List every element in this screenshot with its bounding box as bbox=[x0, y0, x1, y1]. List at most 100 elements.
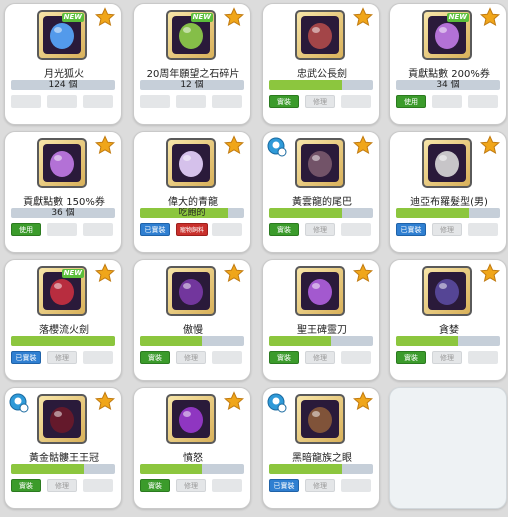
item-icon-frame[interactable] bbox=[37, 394, 87, 444]
star-icon[interactable] bbox=[224, 263, 244, 283]
status-bar-fill bbox=[269, 208, 342, 218]
item-card[interactable]: 貢獻點數 150%券 36 個使用 bbox=[4, 131, 122, 253]
star-icon[interactable] bbox=[480, 135, 500, 155]
item-card[interactable]: 忠武公長劍 實裝 修理 bbox=[262, 3, 380, 125]
repair-button[interactable]: 修理 bbox=[305, 223, 335, 236]
empty-action-slot bbox=[83, 351, 113, 364]
repair-button[interactable]: 修理 bbox=[176, 479, 206, 492]
action-row: 已實裝 修理 bbox=[396, 223, 500, 236]
equip-button[interactable]: 實裝 bbox=[140, 479, 170, 492]
star-icon[interactable] bbox=[95, 263, 115, 283]
star-icon[interactable] bbox=[353, 135, 373, 155]
star-icon[interactable] bbox=[95, 391, 115, 411]
star-icon[interactable] bbox=[224, 135, 244, 155]
item-icon bbox=[301, 16, 339, 54]
item-name: 憤怒 bbox=[183, 453, 203, 464]
equipped-button[interactable]: 已實裝 bbox=[140, 223, 170, 236]
repair-button[interactable]: 修理 bbox=[47, 351, 77, 364]
item-card[interactable]: 迪亞布羅髮型(男) 已實裝 修理 bbox=[389, 131, 507, 253]
empty-action-slot bbox=[83, 479, 113, 492]
item-card[interactable]: 黑暗龍族之眼 已實裝 修理 bbox=[262, 387, 380, 509]
action-row: 實裝 修理 bbox=[269, 351, 373, 364]
item-icon-frame[interactable]: NEW bbox=[422, 10, 472, 60]
pet-food-button[interactable]: 寵物飼料 bbox=[176, 223, 208, 236]
account-share-icon bbox=[267, 393, 287, 413]
repair-button[interactable]: 修理 bbox=[176, 351, 206, 364]
item-icon-frame[interactable] bbox=[166, 394, 216, 444]
equipped-button[interactable]: 已實裝 bbox=[396, 223, 426, 236]
repair-button[interactable]: 修理 bbox=[305, 95, 335, 108]
repair-button[interactable]: 修理 bbox=[47, 479, 77, 492]
equipped-button[interactable]: 已實裝 bbox=[269, 479, 299, 492]
item-icon-frame[interactable] bbox=[295, 138, 345, 188]
empty-action-slot bbox=[341, 351, 371, 364]
item-icon bbox=[301, 272, 339, 310]
item-card[interactable]: NEW 20周年願望之石碎片 12 個 bbox=[133, 3, 251, 125]
status-bar bbox=[396, 336, 500, 346]
item-icon-frame[interactable]: NEW bbox=[37, 266, 87, 316]
repair-button[interactable]: 修理 bbox=[432, 223, 462, 236]
empty-action-slot bbox=[468, 223, 498, 236]
item-icon-frame[interactable] bbox=[295, 394, 345, 444]
item-card[interactable]: 聖王碑靈刀實裝 修理 bbox=[262, 259, 380, 381]
status-bar bbox=[269, 464, 373, 474]
star-icon[interactable] bbox=[480, 263, 500, 283]
item-icon-frame[interactable]: NEW bbox=[166, 10, 216, 60]
item-icon-frame[interactable] bbox=[166, 266, 216, 316]
item-icon-frame[interactable] bbox=[37, 138, 87, 188]
status-bar: 124 個 bbox=[11, 80, 115, 90]
empty-action-slot bbox=[11, 95, 41, 108]
star-icon[interactable] bbox=[480, 7, 500, 27]
item-card[interactable]: 貪婪實裝 修理 bbox=[389, 259, 507, 381]
action-row: 實裝 修理 bbox=[11, 479, 115, 492]
status-bar-fill bbox=[140, 464, 203, 474]
star-icon[interactable] bbox=[353, 391, 373, 411]
equip-button[interactable]: 實裝 bbox=[396, 351, 426, 364]
equip-button[interactable]: 實裝 bbox=[269, 95, 299, 108]
item-icon bbox=[172, 400, 210, 438]
status-text: 吃飽的 bbox=[178, 208, 206, 218]
item-icon-frame[interactable] bbox=[422, 266, 472, 316]
star-icon[interactable] bbox=[353, 263, 373, 283]
item-icon bbox=[43, 400, 81, 438]
equipped-button[interactable]: 已實裝 bbox=[11, 351, 41, 364]
item-card[interactable]: 黃金骷髏王王冠 實裝 修理 bbox=[4, 387, 122, 509]
item-name: 迪亞布羅髮型(男) bbox=[410, 197, 488, 208]
item-icon-frame[interactable] bbox=[295, 10, 345, 60]
new-badge: NEW bbox=[190, 13, 213, 22]
equip-button[interactable]: 實裝 bbox=[11, 479, 41, 492]
item-card[interactable]: 偉大的青龍 吃飽的 已實裝 寵物飼料 bbox=[133, 131, 251, 253]
item-card[interactable]: NEW 月光狐火 124 個 bbox=[4, 3, 122, 125]
repair-button[interactable]: 修理 bbox=[305, 479, 335, 492]
item-card[interactable]: NEW 落櫻流火劍 已實裝 修理 bbox=[4, 259, 122, 381]
use-button[interactable]: 使用 bbox=[11, 223, 41, 236]
equip-button[interactable]: 實裝 bbox=[269, 223, 299, 236]
star-icon[interactable] bbox=[224, 7, 244, 27]
status-bar bbox=[11, 464, 115, 474]
equip-button[interactable]: 實裝 bbox=[140, 351, 170, 364]
item-card[interactable]: 傲慢 實裝 修理 bbox=[133, 259, 251, 381]
item-name: 貪婪 bbox=[439, 325, 459, 336]
item-icon-frame[interactable] bbox=[166, 138, 216, 188]
status-bar: 12 個 bbox=[140, 80, 244, 90]
item-card[interactable]: NEW 貢獻點數 200%券 34 個使用 bbox=[389, 3, 507, 125]
star-icon[interactable] bbox=[353, 7, 373, 27]
status-text: 12 個 bbox=[180, 80, 204, 90]
star-icon[interactable] bbox=[95, 7, 115, 27]
use-button[interactable]: 使用 bbox=[396, 95, 426, 108]
action-row: 實裝 修理 bbox=[396, 351, 500, 364]
status-bar bbox=[396, 208, 500, 218]
item-card[interactable]: 憤怒實裝 修理 bbox=[133, 387, 251, 509]
equip-button[interactable]: 實裝 bbox=[269, 351, 299, 364]
item-icon-frame[interactable]: NEW bbox=[37, 10, 87, 60]
item-name: 月光狐火 bbox=[44, 69, 84, 80]
item-name: 聖王碑靈刀 bbox=[297, 325, 347, 336]
item-icon-frame[interactable] bbox=[422, 138, 472, 188]
item-card[interactable]: 黃雲龍的尾巴 實裝 修理 bbox=[262, 131, 380, 253]
repair-button[interactable]: 修理 bbox=[432, 351, 462, 364]
item-icon-frame[interactable] bbox=[295, 266, 345, 316]
star-icon[interactable] bbox=[95, 135, 115, 155]
star-icon[interactable] bbox=[224, 391, 244, 411]
empty-action-slot bbox=[212, 223, 242, 236]
repair-button[interactable]: 修理 bbox=[305, 351, 335, 364]
